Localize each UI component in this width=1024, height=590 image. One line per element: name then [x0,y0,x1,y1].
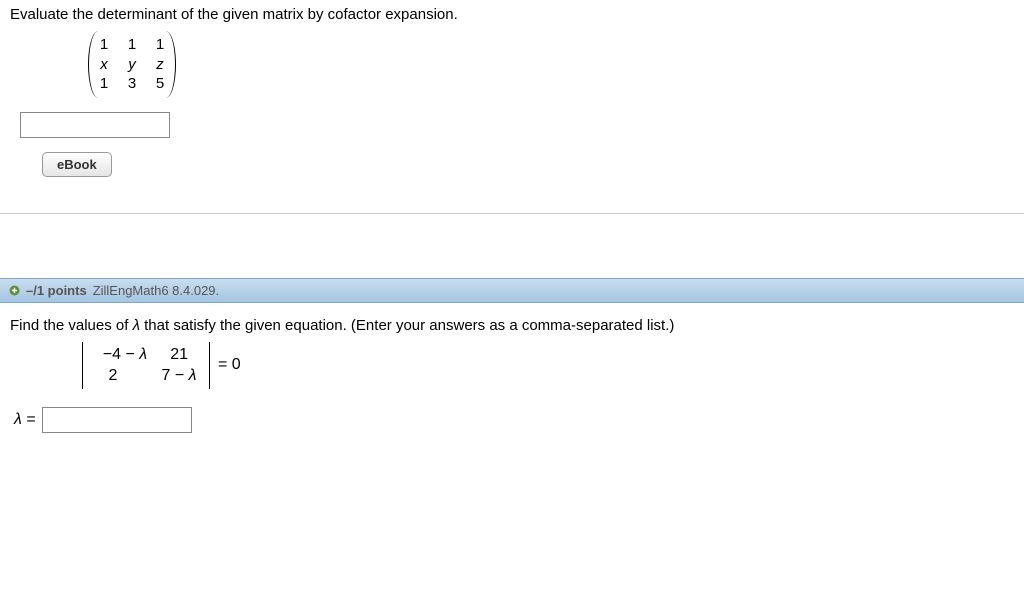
matrix-cell: 1 [97,35,111,55]
matrix-cell: z [153,55,167,75]
det-cell: 21 [169,344,189,366]
q2-prompt: Find the values of λ that satisfy the gi… [10,317,1014,334]
ebook-button[interactable]: eBook [42,152,112,177]
q2-reference: ZillEngMath6 8.4.029. [93,283,219,298]
matrix-cell: 3 [125,74,139,94]
det-cell: −4 − λ [103,344,147,366]
section-divider [0,213,1024,214]
determinant: −4 − λ 21 2 7 − λ [82,342,210,389]
lambda-label: λ = [14,411,36,429]
matrix-cell: 1 [153,35,167,55]
matrix-cell: 1 [97,74,111,94]
q2-equation: −4 − λ 21 2 7 − λ = 0 [82,342,1014,389]
expand-icon[interactable] [8,284,20,296]
q2-points: –/1 points [26,283,87,298]
det-cell: 2 [91,365,135,387]
q2-header: –/1 points ZillEngMath6 8.4.029. [0,278,1024,303]
det-cell: 7 − λ [157,365,201,387]
q2-answer-input[interactable] [42,407,192,433]
matrix-cell: y [125,55,139,75]
q2-answer-wrap: λ = [14,407,1014,433]
q1-answer-wrap [20,112,1014,138]
matrix-cell: x [97,55,111,75]
equals-zero: = 0 [218,356,241,374]
question-2: Find the values of λ that satisfy the gi… [0,303,1024,443]
q1-matrix: 1 1 1 x y z 1 3 5 [88,31,1014,98]
matrix-cell: 1 [125,35,139,55]
q1-prompt: Evaluate the determinant of the given ma… [10,6,1014,23]
matrix-cell: 5 [153,74,167,94]
question-1: Evaluate the determinant of the given ma… [0,0,1024,187]
q1-answer-input[interactable] [20,112,170,138]
